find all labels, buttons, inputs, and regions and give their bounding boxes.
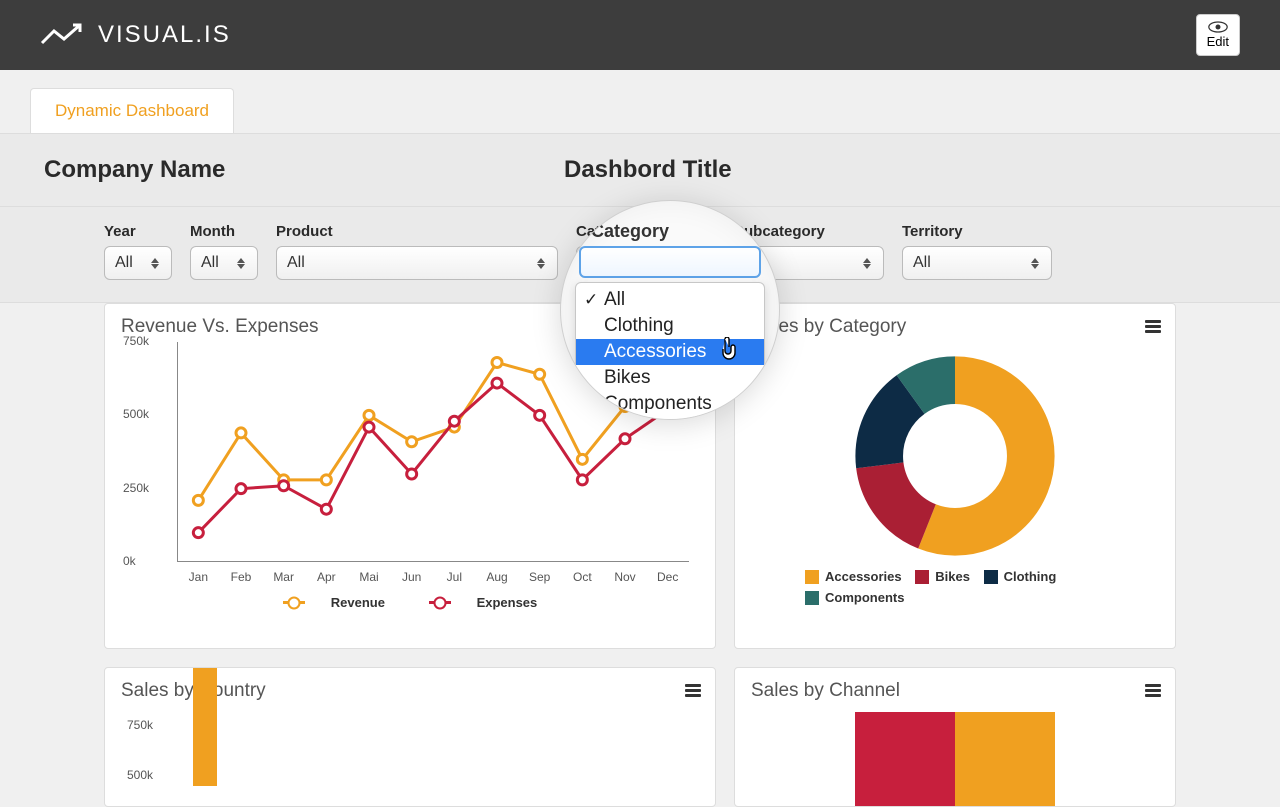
lens-category-select[interactable] xyxy=(579,246,761,278)
card-menu-icon[interactable] xyxy=(1145,318,1161,335)
territory-value: All xyxy=(913,254,1029,272)
category-dropdown-magnified: Category ✓AllClothingAccessoriesBikesCom… xyxy=(560,200,780,420)
filter-year-label: Year xyxy=(104,223,172,240)
stepper-icon xyxy=(149,258,161,269)
tab-dynamic-dashboard[interactable]: Dynamic Dashboard xyxy=(30,88,234,133)
tab-strip: Dynamic Dashboard xyxy=(0,70,1280,133)
legend-revenue: Revenue xyxy=(273,595,395,610)
card-menu-icon[interactable] xyxy=(1145,682,1161,699)
card-sales-country: Sales by Country 500k750k xyxy=(104,667,716,807)
lens-category-label: Category xyxy=(591,221,769,242)
year-select[interactable]: All xyxy=(104,246,172,280)
card-menu-icon[interactable] xyxy=(685,682,701,699)
donut-chart xyxy=(855,356,1055,556)
stepper-icon xyxy=(235,258,247,269)
cursor-icon xyxy=(719,337,741,369)
stepper-icon xyxy=(1029,258,1041,269)
pie-chart xyxy=(855,712,1055,807)
eye-icon xyxy=(1208,21,1228,33)
filter-month: Month All xyxy=(190,223,258,280)
filter-product-label: Product xyxy=(276,223,558,240)
legend-components: Components xyxy=(805,590,904,605)
card-title: Sales by Channel xyxy=(735,668,1175,706)
legend-bikes: Bikes xyxy=(915,569,970,584)
filter-territory-label: Territory xyxy=(902,223,1052,240)
category-option[interactable]: Components xyxy=(576,391,764,417)
donut-legend: Accessories Bikes Clothing Components xyxy=(735,556,1175,608)
card-sales-channel: Sales by Channel xyxy=(734,667,1176,807)
territory-select[interactable]: All xyxy=(902,246,1052,280)
brand-logo: VISUAL.IS xyxy=(40,21,231,49)
filter-product: Product All xyxy=(276,223,558,280)
stepper-icon xyxy=(535,258,547,269)
category-option[interactable]: ✓All xyxy=(576,287,764,313)
bar-chart: 500k750k xyxy=(133,706,693,786)
line-legend: Revenue Expenses xyxy=(123,592,697,610)
edit-label: Edit xyxy=(1207,34,1229,49)
category-option[interactable]: Clothing xyxy=(576,313,764,339)
product-select[interactable]: All xyxy=(276,246,558,280)
filter-territory: Territory All xyxy=(902,223,1052,280)
brand-text: VISUAL.IS xyxy=(98,21,231,49)
dashboard-title: Dashbord Title xyxy=(564,156,732,184)
stepper-icon xyxy=(861,258,873,269)
legend-clothing: Clothing xyxy=(984,569,1057,584)
filter-month-label: Month xyxy=(190,223,258,240)
card-title: Sales by Category xyxy=(735,304,1175,342)
year-value: All xyxy=(115,254,149,272)
legend-expenses: Expenses xyxy=(419,595,548,610)
top-bar: VISUAL.IS Edit xyxy=(0,0,1280,70)
month-value: All xyxy=(201,254,235,272)
edit-button[interactable]: Edit xyxy=(1196,14,1240,56)
company-name: Company Name xyxy=(44,156,564,184)
dashboard-header: Company Name Dashbord Title xyxy=(0,133,1280,207)
month-select[interactable]: All xyxy=(190,246,258,280)
logo-icon xyxy=(40,21,90,49)
filter-year: Year All xyxy=(104,223,172,280)
card-sales-category: Sales by Category Accessories Bikes Clot… xyxy=(734,303,1176,649)
legend-accessories: Accessories xyxy=(805,569,902,584)
product-value: All xyxy=(287,254,535,272)
